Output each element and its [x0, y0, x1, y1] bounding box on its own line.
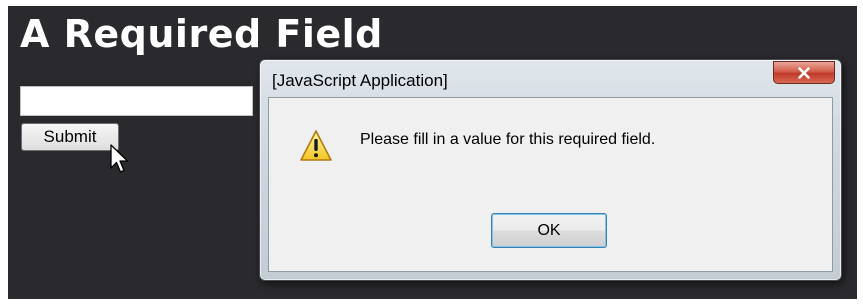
dialog-message: Please fill in a value for this required…: [360, 131, 656, 148]
close-button[interactable]: [773, 61, 835, 84]
required-text-input[interactable]: [20, 86, 253, 116]
page-title: A Required Field: [20, 12, 383, 56]
ok-button[interactable]: OK: [491, 213, 607, 248]
warning-icon: [300, 130, 332, 161]
dialog-body: Please fill in a value for this required…: [268, 97, 833, 272]
dialog-title: [JavaScript Application]: [272, 71, 448, 90]
alert-dialog: [JavaScript Application] Please fill in …: [259, 59, 842, 281]
close-icon: [798, 66, 810, 79]
submit-button[interactable]: Submit: [21, 123, 119, 151]
mouse-pointer-icon: [110, 144, 129, 173]
